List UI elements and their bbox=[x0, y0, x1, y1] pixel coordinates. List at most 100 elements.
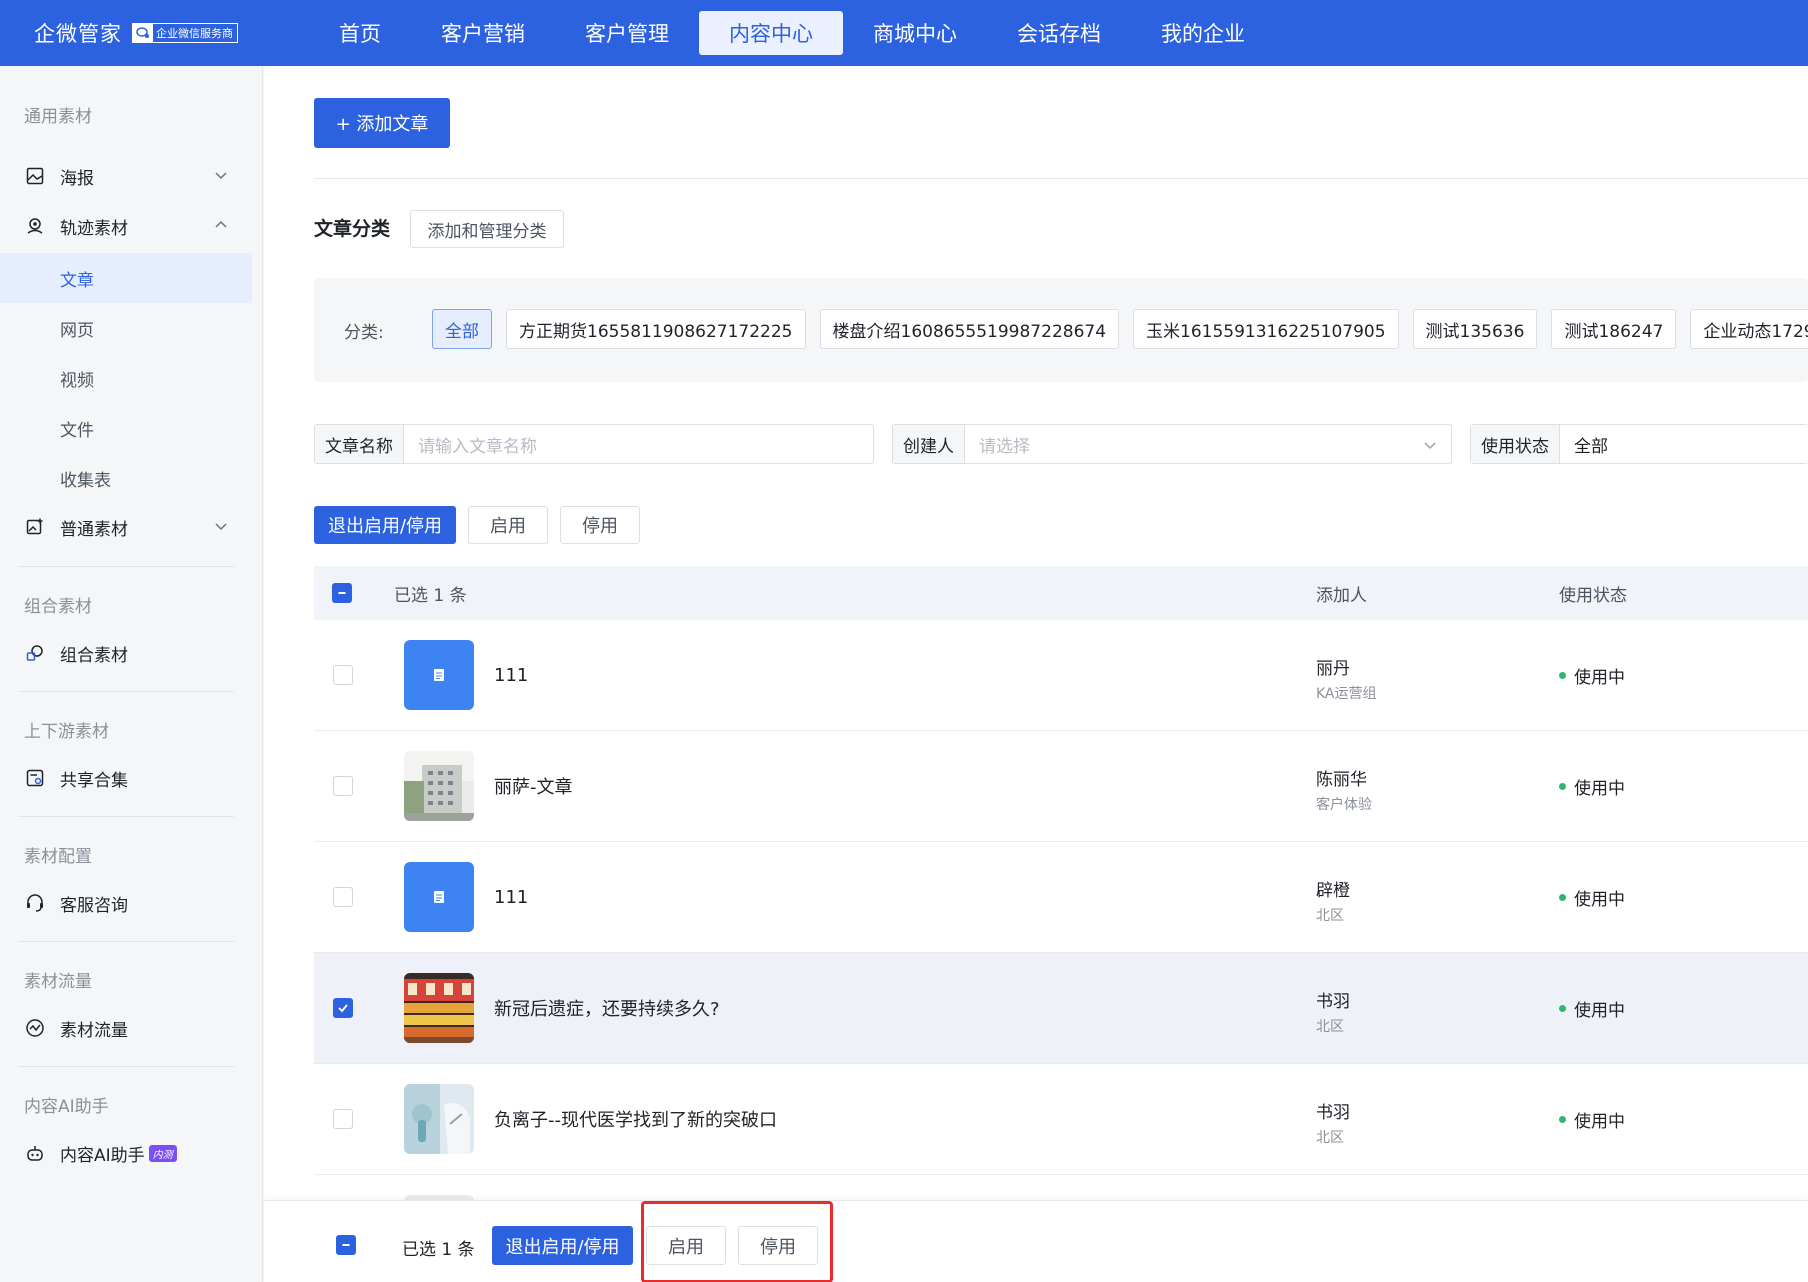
sidebar-label-poster: 海报 bbox=[60, 168, 94, 189]
sidebar-sub-article[interactable]: 文章 bbox=[0, 253, 252, 303]
enable-button[interactable]: 启用 bbox=[468, 506, 548, 544]
creator-filter: 创建人 请选择 bbox=[892, 424, 1452, 464]
creator-cell: 书羽 北区 bbox=[1316, 1098, 1350, 1147]
creator-cell: 书羽 北区 bbox=[1316, 987, 1350, 1036]
category-chip[interactable]: 方正期货1655811908627172225 bbox=[506, 309, 806, 349]
creator-cell: 陈丽华 客户体验 bbox=[1316, 765, 1372, 814]
sidebar-sub-video[interactable]: 视频 bbox=[0, 353, 252, 403]
sidebar-divider bbox=[18, 691, 234, 692]
row-checkbox-checked[interactable] bbox=[333, 998, 353, 1018]
sidebar-item-ai[interactable]: 内容AI助手 内测 bbox=[0, 1129, 252, 1177]
selected-count: 已选 1 条 bbox=[394, 585, 467, 606]
category-chip[interactable]: 测试186247 bbox=[1551, 309, 1677, 349]
article-title[interactable]: 丽萨-文章 bbox=[494, 773, 573, 799]
sidebar-section-combo: 组合素材 bbox=[24, 597, 92, 617]
nav-home[interactable]: 首页 bbox=[309, 11, 411, 55]
sidebar-item-combo[interactable]: 组合素材 bbox=[0, 629, 252, 677]
medical-thumbnail bbox=[404, 1084, 474, 1154]
bottom-enable-button[interactable]: 启用 bbox=[646, 1226, 726, 1265]
combo-icon bbox=[24, 642, 46, 664]
category-chip[interactable]: 玉米1615591316225107905 bbox=[1133, 309, 1399, 349]
document-thumbnail bbox=[404, 862, 474, 932]
article-name-filter: 文章名称 请输入文章名称 bbox=[314, 424, 874, 464]
nav-content-center[interactable]: 内容中心 bbox=[699, 11, 843, 55]
brand[interactable]: 企微管家 企业微信服务商 bbox=[34, 18, 309, 48]
brand-name: 企微管家 bbox=[34, 22, 122, 46]
sidebar-sub-form[interactable]: 收集表 bbox=[0, 453, 252, 503]
category-chip[interactable]: 测试135636 bbox=[1412, 309, 1538, 349]
status-filter: 使用状态 全部 bbox=[1470, 424, 1808, 464]
article-title[interactable]: 111 bbox=[494, 887, 528, 908]
creator-name: 陈丽华 bbox=[1316, 770, 1367, 790]
chevron-down-icon bbox=[214, 167, 228, 187]
table-header: 已选 1 条 添加人 使用状态 bbox=[314, 566, 1808, 620]
creator-name: 书羽 bbox=[1316, 1103, 1350, 1123]
creator-select[interactable]: 请选择 bbox=[965, 425, 1451, 463]
table-row-selected[interactable]: 新冠后遗症，还要持续多久? 书羽 北区 使用中 bbox=[314, 953, 1808, 1064]
table-row[interactable]: 丽萨-文章 陈丽华 客户体验 使用中 bbox=[314, 731, 1808, 842]
row-checkbox[interactable] bbox=[333, 665, 353, 685]
sidebar-item-poster[interactable]: 海报 bbox=[0, 152, 252, 200]
robot-icon bbox=[24, 1142, 46, 1164]
creator-placeholder: 请选择 bbox=[979, 436, 1030, 457]
status-text: 使用中 bbox=[1574, 778, 1625, 799]
nav-marketing[interactable]: 客户营销 bbox=[411, 11, 555, 55]
article-title[interactable]: 新冠后遗症，还要持续多久? bbox=[494, 995, 720, 1021]
bottom-select-all-checkbox[interactable] bbox=[336, 1235, 356, 1255]
status-cell: 使用中 bbox=[1559, 1107, 1625, 1132]
sidebar-item-track[interactable]: 轨迹素材 bbox=[0, 202, 252, 250]
sidebar-item-share[interactable]: 共享合集 bbox=[0, 754, 252, 802]
sidebar-label-normal: 普通素材 bbox=[60, 519, 128, 540]
traffic-icon bbox=[24, 1017, 46, 1039]
status-cell: 使用中 bbox=[1559, 774, 1625, 799]
sidebar-label-ai: 内容AI助手 bbox=[60, 1145, 145, 1166]
status-cell: 使用中 bbox=[1559, 996, 1625, 1021]
category-title: 文章分类 bbox=[314, 218, 391, 240]
bottom-exit-toggle-button[interactable]: 退出启用/停用 bbox=[492, 1226, 633, 1265]
category-label: 分类: bbox=[344, 323, 384, 343]
category-chip[interactable]: 企业动态172985 bbox=[1690, 309, 1808, 349]
status-cell: 使用中 bbox=[1559, 885, 1625, 910]
add-article-button[interactable]: + 添加文章 bbox=[314, 98, 450, 148]
nav-my-company[interactable]: 我的企业 bbox=[1131, 11, 1275, 55]
sidebar-sub-webpage[interactable]: 网页 bbox=[0, 303, 252, 353]
article-title[interactable]: 负离子--现代医学找到了新的突破口 bbox=[494, 1106, 777, 1132]
table-row[interactable]: 111 丽丹 KA运营组 使用中 bbox=[314, 620, 1808, 731]
batch-actions: 退出启用/停用 启用 停用 bbox=[314, 506, 652, 544]
share-collection-icon bbox=[24, 767, 46, 789]
nav-customers[interactable]: 客户管理 bbox=[555, 11, 699, 55]
manage-category-button[interactable]: 添加和管理分类 bbox=[410, 210, 564, 248]
bottom-disable-button[interactable]: 停用 bbox=[738, 1226, 818, 1265]
nav-archive[interactable]: 会话存档 bbox=[987, 11, 1131, 55]
article-name-input[interactable]: 请输入文章名称 bbox=[404, 425, 873, 463]
status-select[interactable]: 全部 bbox=[1560, 425, 1808, 463]
category-chip-all[interactable]: 全部 bbox=[432, 309, 492, 349]
sidebar-item-service[interactable]: 客服咨询 bbox=[0, 879, 252, 927]
category-chip[interactable]: 楼盘介绍1608655519987228674 bbox=[819, 309, 1120, 349]
table-row[interactable]: 负离子--现代医学找到了新的突破口 书羽 北区 使用中 bbox=[314, 1064, 1808, 1175]
sidebar-sub-file[interactable]: 文件 bbox=[0, 403, 252, 453]
table-row[interactable]: 111 辟橙 北区 使用中 bbox=[314, 842, 1808, 953]
exit-toggle-button[interactable]: 退出启用/停用 bbox=[314, 506, 456, 544]
col-status: 使用状态 bbox=[1559, 585, 1627, 606]
creator-dept: 客户体验 bbox=[1316, 797, 1372, 813]
category-chips: 全部 方正期货1655811908627172225 楼盘介绍160865551… bbox=[432, 309, 1808, 349]
sidebar-item-normal[interactable]: 普通素材 bbox=[0, 503, 252, 551]
image-icon bbox=[24, 165, 46, 187]
row-checkbox[interactable] bbox=[333, 1109, 353, 1129]
disable-button[interactable]: 停用 bbox=[560, 506, 640, 544]
select-all-checkbox[interactable] bbox=[332, 583, 352, 603]
creator-cell: 丽丹 KA运营组 bbox=[1316, 654, 1377, 703]
sidebar-item-flow[interactable]: 素材流量 bbox=[0, 1004, 252, 1052]
row-checkbox[interactable] bbox=[333, 776, 353, 796]
article-name-label: 文章名称 bbox=[315, 425, 404, 463]
building-thumbnail bbox=[404, 751, 474, 821]
status-dot bbox=[1559, 1004, 1566, 1012]
status-label: 使用状态 bbox=[1471, 425, 1560, 463]
status-text: 使用中 bbox=[1574, 1111, 1625, 1132]
nav-mall[interactable]: 商城中心 bbox=[843, 11, 987, 55]
article-title[interactable]: 111 bbox=[494, 665, 528, 686]
row-checkbox[interactable] bbox=[333, 887, 353, 907]
sidebar-section-updown: 上下游素材 bbox=[24, 722, 109, 742]
status-cell: 使用中 bbox=[1559, 663, 1625, 688]
